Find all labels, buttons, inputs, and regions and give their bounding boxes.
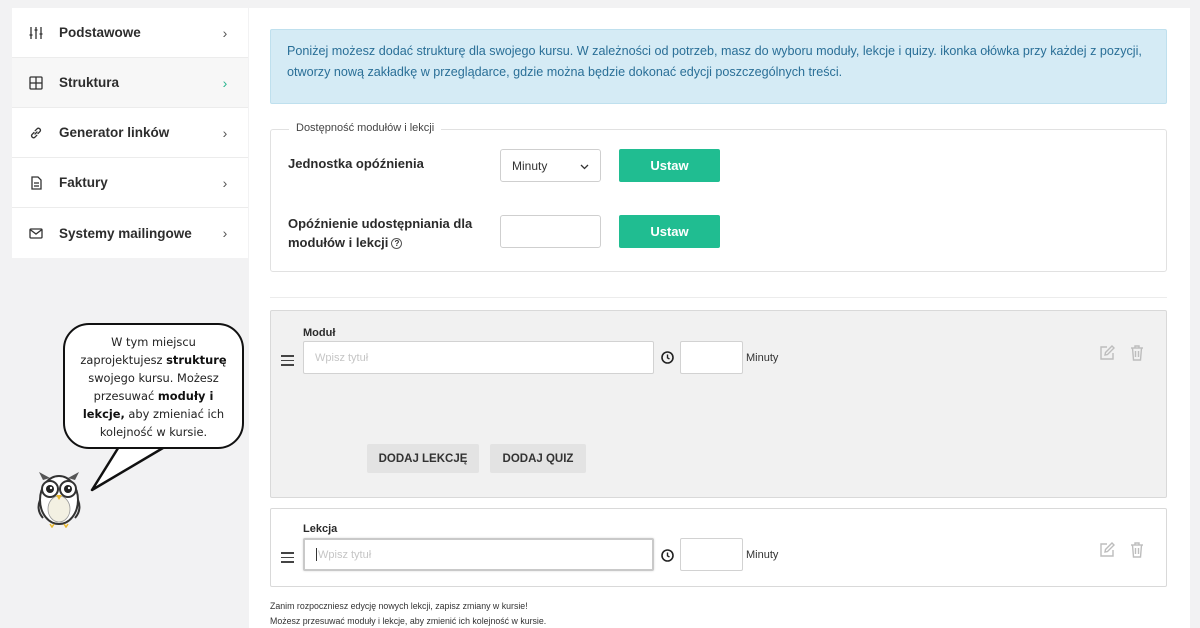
sidebar-item-label: Podstawowe [59,25,141,40]
sidebar-item-label: Faktury [59,175,108,190]
share-delay-input[interactable] [500,215,601,248]
clock-icon [661,549,674,562]
delay-unit-label: Jednostka opóźnienia [288,156,424,171]
structure-panel: Poniżej możesz dodać strukturę dla swoje… [249,8,1190,628]
share-delay-label-line1: Opóźnienie udostępniania dla [288,216,473,231]
tutorial-speech-bubble: W tym miejscu zaprojektujesz strukturę s… [63,323,244,449]
share-delay-label-line2: modułów i lekcji [288,235,389,250]
module-title-label: Moduł [303,327,336,339]
set-delay-unit-button[interactable]: Ustaw [619,149,720,182]
lesson-title-input[interactable]: Wpisz tytuł [303,538,654,571]
sliders-icon [29,26,43,40]
link-icon [29,126,43,140]
availability-fieldset: Dostępność modułów i lekcji Jednostka op… [270,122,1167,272]
info-alert: Poniżej możesz dodać strukturę dla swoje… [270,29,1167,104]
trash-icon[interactable] [1128,344,1146,362]
chevron-right-icon: › [222,24,228,41]
bubble-bold-1: strukturę [166,353,227,367]
add-quiz-button[interactable]: DODAJ QUIZ [490,444,586,473]
document-icon [29,175,43,190]
clock-icon [661,351,674,364]
owl-mascot-icon [37,472,81,528]
lesson-title-label: Lekcja [303,523,338,535]
sidebar-item-generator-linkow[interactable]: Generator linków › [12,108,248,158]
module-title-placeholder: Wpisz tytuł [315,351,369,364]
lesson-item[interactable]: Lekcja Wpisz tytuł Minuty [270,508,1167,587]
module-title-input[interactable]: Wpisz tytuł [303,341,654,374]
sidebar-item-label: Generator linków [59,125,170,140]
delay-unit-select[interactable]: Minuty [500,149,601,182]
module-minutes-label: Minuty [746,352,779,364]
chevron-down-icon [580,159,589,173]
mail-icon [29,226,43,240]
module-item[interactable]: Moduł Wpisz tytuł Minuty DODAJ LEKCJĘ DO… [270,310,1167,498]
section-divider [270,297,1167,298]
sidebar-item-struktura[interactable]: Struktura › [12,58,248,108]
sidebar-item-systemy-mailingowe[interactable]: Systemy mailingowe › [12,208,248,258]
trash-icon[interactable] [1128,541,1146,559]
text-caret [316,548,317,561]
lesson-minutes-label: Minuty [746,549,779,561]
lesson-minutes-input[interactable] [680,538,743,571]
chevron-right-icon: › [222,74,228,91]
chevron-right-icon: › [222,174,228,191]
lesson-title-placeholder: Wpisz tytuł [318,548,372,561]
drag-handle-icon[interactable] [281,552,294,566]
drag-handle-icon[interactable] [281,355,294,369]
footer-note-save: Zanim rozpoczniesz edycję nowych lekcji,… [270,601,528,611]
footer-note-reorder: Możesz przesuwać moduły i lekcje, aby zm… [270,616,547,626]
sidebar-item-label: Systemy mailingowe [59,225,192,241]
edit-pencil-icon[interactable] [1098,541,1116,559]
sidebar-item-podstawowe[interactable]: Podstawowe › [12,8,248,58]
help-icon[interactable]: ? [391,238,403,249]
fieldset-legend: Dostępność modułów i lekcji [289,122,442,134]
share-delay-label: Opóźnienie udostępniania dla modułów i l… [288,214,472,252]
sidebar-item-faktury[interactable]: Faktury › [12,158,248,208]
grid-icon [29,75,43,90]
add-lesson-button[interactable]: DODAJ LEKCJĘ [367,444,479,473]
set-share-delay-button[interactable]: Ustaw [619,215,720,248]
chevron-right-icon: › [222,225,228,241]
chevron-right-icon: › [222,124,228,141]
settings-sidebar: Podstawowe › Struktura › Generator linkó… [12,8,248,258]
edit-pencil-icon[interactable] [1098,344,1116,362]
delay-unit-value: Minuty [512,158,548,173]
module-minutes-input[interactable] [680,341,743,374]
sidebar-item-label: Struktura [59,75,120,90]
